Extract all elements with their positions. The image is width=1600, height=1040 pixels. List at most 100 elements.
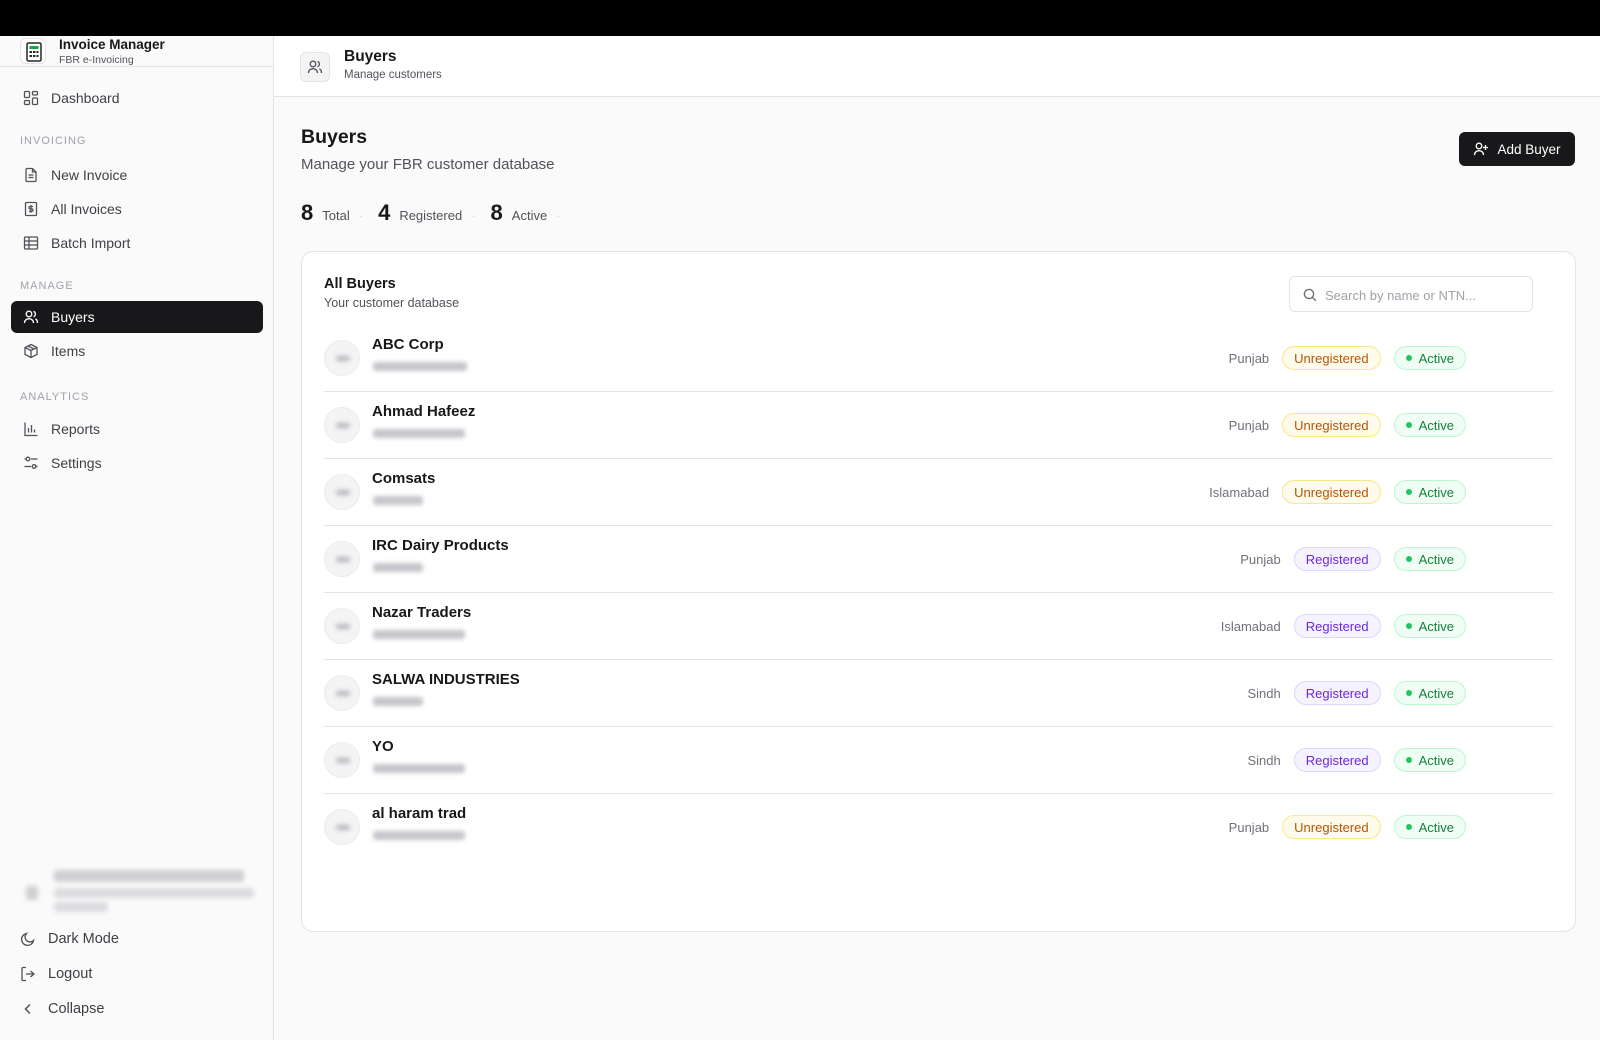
search-input[interactable]: [1325, 285, 1525, 305]
stat-separator: ·: [358, 208, 364, 223]
sidebar-item-all-invoices[interactable]: All Invoices: [11, 193, 263, 225]
page-header: Buyers Manage customers: [274, 36, 1600, 97]
status-dot-icon: [1405, 556, 1412, 562]
sliders-icon: [24, 456, 38, 469]
logout-icon: [21, 966, 35, 982]
status-dot-icon: [1405, 824, 1412, 830]
status-badge: Active: [1393, 748, 1466, 772]
page-title: Buyers: [301, 126, 368, 148]
row-meta: Punjab Unregistered Active: [1229, 346, 1466, 370]
row-meta: Punjab Unregistered Active: [1229, 413, 1466, 437]
table-row[interactable]: IRC Dairy Products Punjab Registered Active: [324, 525, 1553, 593]
avatar-initials-redacted: [336, 758, 350, 763]
status-label: Active: [1418, 350, 1454, 366]
app-title: Invoice Manager: [59, 37, 165, 52]
stats-row: 8 Total · 4 Registered · 8 Active ·: [301, 200, 576, 226]
sidebar-item-new-invoice[interactable]: New Invoice: [11, 159, 263, 191]
user-plus-icon: [1474, 142, 1489, 156]
buyer-name: al haram trad: [372, 805, 467, 822]
status-badge: Active: [1393, 547, 1466, 571]
buyer-ntn-redacted: [373, 362, 467, 371]
sidebar-item-label: Settings: [51, 455, 102, 471]
package-icon: [24, 343, 38, 359]
bar-chart-icon: [24, 422, 38, 437]
stat-registered-label: Registered: [399, 208, 463, 223]
section-label-manage: MANAGE: [20, 280, 74, 292]
sidebar-item-label: All Invoices: [51, 201, 122, 217]
status-dot-icon: [1405, 690, 1412, 696]
window-top-bar: [0, 0, 1600, 36]
sidebar-item-reports[interactable]: Reports: [11, 413, 263, 445]
file-text-icon: [25, 167, 37, 183]
row-meta: Punjab Registered Active: [1240, 547, 1466, 571]
main-content: Buyers Manage customers Buyers Manage yo…: [274, 36, 1600, 1040]
stat-total-label: Total: [322, 208, 350, 223]
buyer-name: YO: [372, 738, 394, 755]
status-badge: Active: [1393, 346, 1466, 370]
receipt-dollar-icon: [24, 201, 38, 217]
dashboard-icon: [23, 90, 39, 106]
add-buyer-button[interactable]: Add Buyer: [1459, 132, 1575, 166]
sidebar-item-dashboard[interactable]: Dashboard: [11, 82, 263, 114]
buyer-ntn-redacted: [373, 630, 465, 639]
users-icon: [300, 52, 330, 82]
status-label: Active: [1418, 819, 1454, 835]
province-label: Sindh: [1247, 685, 1281, 701]
registration-badge: Registered: [1293, 748, 1381, 772]
buyer-name: Nazar Traders: [372, 604, 472, 621]
sidebar-item-label: Reports: [51, 421, 101, 437]
registration-badge: Registered: [1293, 614, 1381, 638]
avatar-initials-redacted: [336, 624, 350, 629]
province-label: Sindh: [1247, 752, 1281, 768]
table-row[interactable]: al haram trad Punjab Unregistered Active: [324, 793, 1553, 861]
buyer-ntn-redacted: [373, 764, 465, 773]
add-buyer-label: Add Buyer: [1497, 141, 1561, 157]
buyer-name: ABC Corp: [372, 336, 444, 353]
table-row[interactable]: SALWA INDUSTRIES Sindh Registered Active: [324, 659, 1553, 727]
header-title: Buyers: [344, 48, 397, 65]
status-dot-icon: [1405, 355, 1412, 361]
section-label-invoicing: INVOICING: [20, 135, 87, 147]
sidebar-item-label: New Invoice: [51, 167, 128, 183]
table-row[interactable]: ABC Corp Punjab Unregistered Active: [324, 324, 1553, 392]
status-badge: Active: [1393, 614, 1466, 638]
province-label: Islamabad: [1209, 484, 1270, 500]
registration-badge: Unregistered: [1282, 413, 1381, 437]
stat-active-label: Active: [511, 208, 548, 223]
invoice-logo-icon: [20, 38, 46, 64]
status-badge: Active: [1393, 815, 1466, 839]
sidebar-item-label: Buyers: [51, 309, 95, 325]
sidebar-item-items[interactable]: Items: [11, 335, 263, 367]
collapse-label: Collapse: [48, 1001, 105, 1017]
card-title: All Buyers: [324, 276, 396, 292]
moon-icon: [20, 932, 35, 947]
table-row[interactable]: Nazar Traders Islamabad Registered Active: [324, 592, 1553, 660]
registration-badge: Unregistered: [1282, 480, 1381, 504]
table-row[interactable]: Ahmad Hafeez Punjab Unregistered Active: [324, 391, 1553, 459]
province-label: Punjab: [1228, 417, 1270, 433]
logout-label: Logout: [48, 966, 93, 982]
sidebar-item-buyers[interactable]: Buyers: [11, 301, 263, 333]
user-profile-redacted[interactable]: [16, 868, 256, 918]
status-label: Active: [1418, 752, 1454, 768]
buyer-ntn-redacted: [373, 496, 423, 505]
province-label: Punjab: [1228, 350, 1270, 366]
logout-button[interactable]: Logout: [20, 962, 92, 986]
sidebar-item-batch-import[interactable]: Batch Import: [11, 227, 263, 259]
status-badge: Active: [1393, 413, 1466, 437]
buyer-ntn-redacted: [373, 563, 423, 572]
buyer-name: Comsats: [372, 470, 436, 487]
search-icon: [1303, 288, 1317, 302]
buyer-name: SALWA INDUSTRIES: [372, 671, 520, 688]
table-row[interactable]: YO Sindh Registered Active: [324, 726, 1553, 794]
registration-badge: Registered: [1293, 547, 1381, 571]
table-row[interactable]: Comsats Islamabad Unregistered Active: [324, 458, 1553, 526]
sidebar-item-settings[interactable]: Settings: [11, 447, 263, 479]
brand: Invoice Manager FBR e-Invoicing: [0, 36, 273, 67]
search-box[interactable]: [1289, 276, 1533, 312]
buyer-ntn-redacted: [373, 831, 465, 840]
dark-mode-toggle[interactable]: Dark Mode: [20, 927, 119, 951]
avatar: [324, 407, 360, 443]
stat-registered-value: 4: [378, 200, 391, 225]
collapse-button[interactable]: Collapse: [20, 997, 104, 1021]
